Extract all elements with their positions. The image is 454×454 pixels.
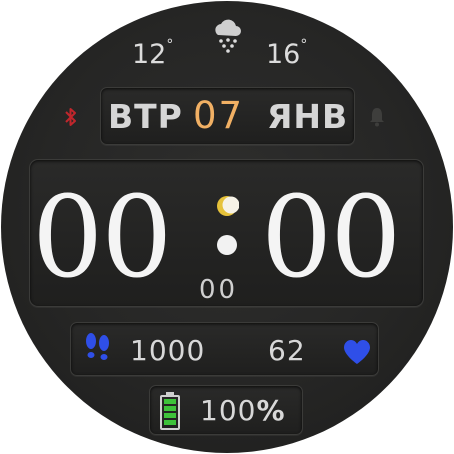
seconds: 00 <box>199 275 239 305</box>
degree-symbol: ° <box>300 37 308 53</box>
minutes: 00 <box>261 173 402 303</box>
steps-count: 1000 <box>130 334 206 367</box>
temp-low: 12° <box>132 38 173 70</box>
battery-level: 100% <box>200 397 286 425</box>
month: ЯНВ <box>267 97 349 136</box>
bluetooth-icon <box>65 108 76 126</box>
battery-percent-sign: % <box>256 394 286 427</box>
heart-icon <box>344 340 370 364</box>
bell-icon <box>370 108 384 127</box>
snow-cloud-icon <box>215 19 241 53</box>
temp-low-value: 12 <box>132 39 167 70</box>
colon-dot <box>217 235 237 255</box>
watch-face: 12° 16° ВТР 07 ЯНВ 00 00 00 1000 62 100% <box>1 1 453 453</box>
day-of-week: ВТР <box>108 97 183 136</box>
degree-symbol: ° <box>166 37 174 53</box>
battery-value: 100 <box>200 394 257 427</box>
temp-high-value: 16 <box>266 39 301 70</box>
activity-panel <box>70 322 379 376</box>
hours: 00 <box>32 173 173 303</box>
heart-rate: 62 <box>268 334 306 367</box>
battery-icon <box>160 392 180 430</box>
temp-high: 16° <box>266 38 307 70</box>
day-of-month: 07 <box>193 94 245 137</box>
footprints-icon <box>86 333 109 360</box>
moon-phase-icon <box>217 196 239 216</box>
